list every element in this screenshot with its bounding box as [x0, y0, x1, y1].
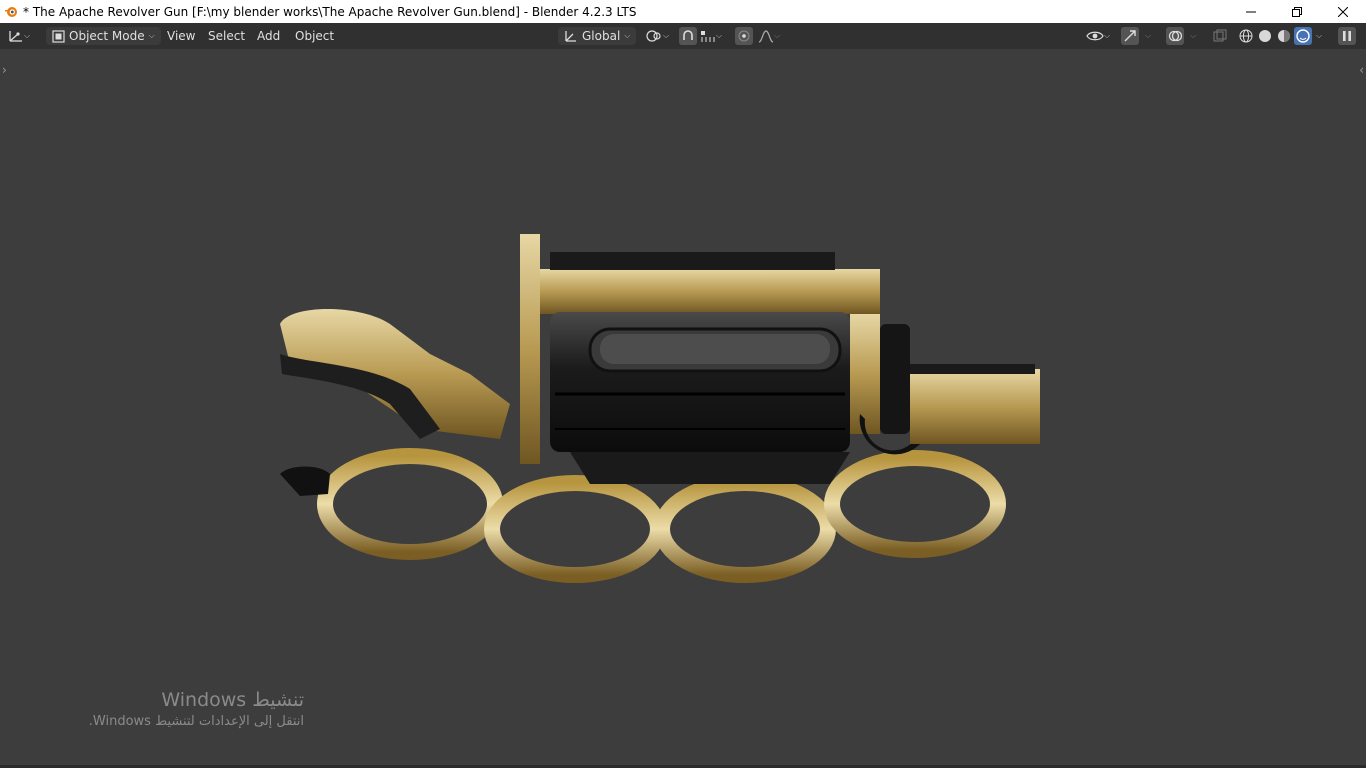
- restore-icon: [1292, 6, 1302, 17]
- window-controls: [1228, 0, 1366, 23]
- snap-toggle[interactable]: [679, 27, 697, 45]
- activation-watermark-subtitle: انتقل إلى الإعدادات لتنشيط Windows.: [88, 714, 304, 729]
- shading-solid-button[interactable]: [1256, 27, 1274, 45]
- pivot-icon: [646, 30, 661, 42]
- proportional-edit-icon: [735, 27, 753, 45]
- chevron-down-icon: ⌵: [1145, 31, 1152, 40]
- menu-view[interactable]: View: [161, 27, 201, 45]
- shading-material-button[interactable]: [1275, 27, 1293, 45]
- gizmo-toggle[interactable]: ⌵: [1121, 27, 1151, 45]
- orientation-icon: [565, 31, 576, 42]
- minimize-icon: [1246, 11, 1256, 12]
- eye-icon: [1086, 31, 1104, 41]
- chevron-down-icon: ⌵: [1316, 31, 1323, 40]
- window-title-bar: * The Apache Revolver Gun [F:\my blender…: [0, 0, 1366, 23]
- chevron-down-icon: ⌵: [1190, 31, 1197, 40]
- shading-wireframe-button[interactable]: [1237, 27, 1255, 45]
- 3d-viewport[interactable]: › ‹ تنشيط Windows انتقل إلى الإعدادات لت…: [0, 49, 1366, 768]
- falloff-button[interactable]: ⌵: [758, 27, 780, 45]
- object-mode-icon: [52, 29, 65, 43]
- shading-options-button[interactable]: ⌵: [1316, 27, 1322, 45]
- mode-selector[interactable]: Object Mode ⌵: [46, 27, 161, 45]
- minimize-button[interactable]: [1228, 0, 1274, 23]
- viewport-header: ⌵ Object Mode ⌵ View Select Add Object G…: [0, 23, 1366, 49]
- activation-watermark-title: تنشيط Windows: [161, 689, 304, 711]
- editor-type-icon: [9, 31, 22, 42]
- orientation-label: Global: [582, 29, 621, 43]
- xray-toggle[interactable]: [1211, 27, 1229, 45]
- pause-button[interactable]: [1338, 27, 1356, 45]
- menu-add[interactable]: Add: [251, 27, 286, 45]
- transform-orientation-selector[interactable]: Global ⌵: [558, 27, 637, 45]
- proportional-edit-toggle[interactable]: [735, 27, 753, 45]
- editor-type-button[interactable]: ⌵: [8, 27, 30, 45]
- close-icon: [1338, 6, 1348, 17]
- xray-icon: [1211, 27, 1229, 45]
- wireframe-shading-icon: [1237, 27, 1255, 45]
- pause-icon: [1338, 27, 1356, 45]
- pivot-point-button[interactable]: ⌵: [645, 27, 669, 45]
- chevron-down-icon: ⌵: [624, 31, 631, 40]
- blender-logo-icon: [5, 6, 17, 17]
- chevron-down-icon: ⌵: [663, 31, 670, 40]
- overlay-icon: [1166, 27, 1184, 45]
- restore-button[interactable]: [1274, 0, 1320, 23]
- chevron-down-icon: ⌵: [774, 31, 781, 40]
- mode-label: Object Mode: [69, 29, 145, 43]
- material-shading-icon: [1275, 27, 1293, 45]
- sidebar-expand-icon[interactable]: ‹: [1359, 63, 1364, 77]
- chevron-down-icon: ⌵: [716, 31, 723, 40]
- snap-increment-icon: [701, 31, 715, 42]
- menu-select[interactable]: Select: [202, 27, 251, 45]
- revolver-model[interactable]: [270, 184, 1060, 604]
- visibility-button[interactable]: ⌵: [1086, 27, 1110, 45]
- menu-object[interactable]: Object: [289, 27, 340, 45]
- close-button[interactable]: [1320, 0, 1366, 23]
- chevron-down-icon: ⌵: [1104, 31, 1111, 40]
- chevron-down-icon: ⌵: [148, 31, 155, 40]
- gizmo-icon: [1121, 27, 1139, 45]
- rendered-shading-icon: [1294, 27, 1312, 45]
- solid-shading-icon: [1256, 27, 1274, 45]
- snap-icon: [679, 27, 697, 45]
- chevron-down-icon: ⌵: [24, 31, 31, 40]
- window-title: * The Apache Revolver Gun [F:\my blender…: [23, 4, 637, 19]
- falloff-icon: [758, 30, 774, 43]
- shading-rendered-button[interactable]: [1294, 27, 1312, 45]
- snap-target-button[interactable]: ⌵: [700, 27, 722, 45]
- overlay-toggle[interactable]: ⌵: [1166, 27, 1196, 45]
- toolbar-expand-icon[interactable]: ›: [2, 63, 7, 77]
